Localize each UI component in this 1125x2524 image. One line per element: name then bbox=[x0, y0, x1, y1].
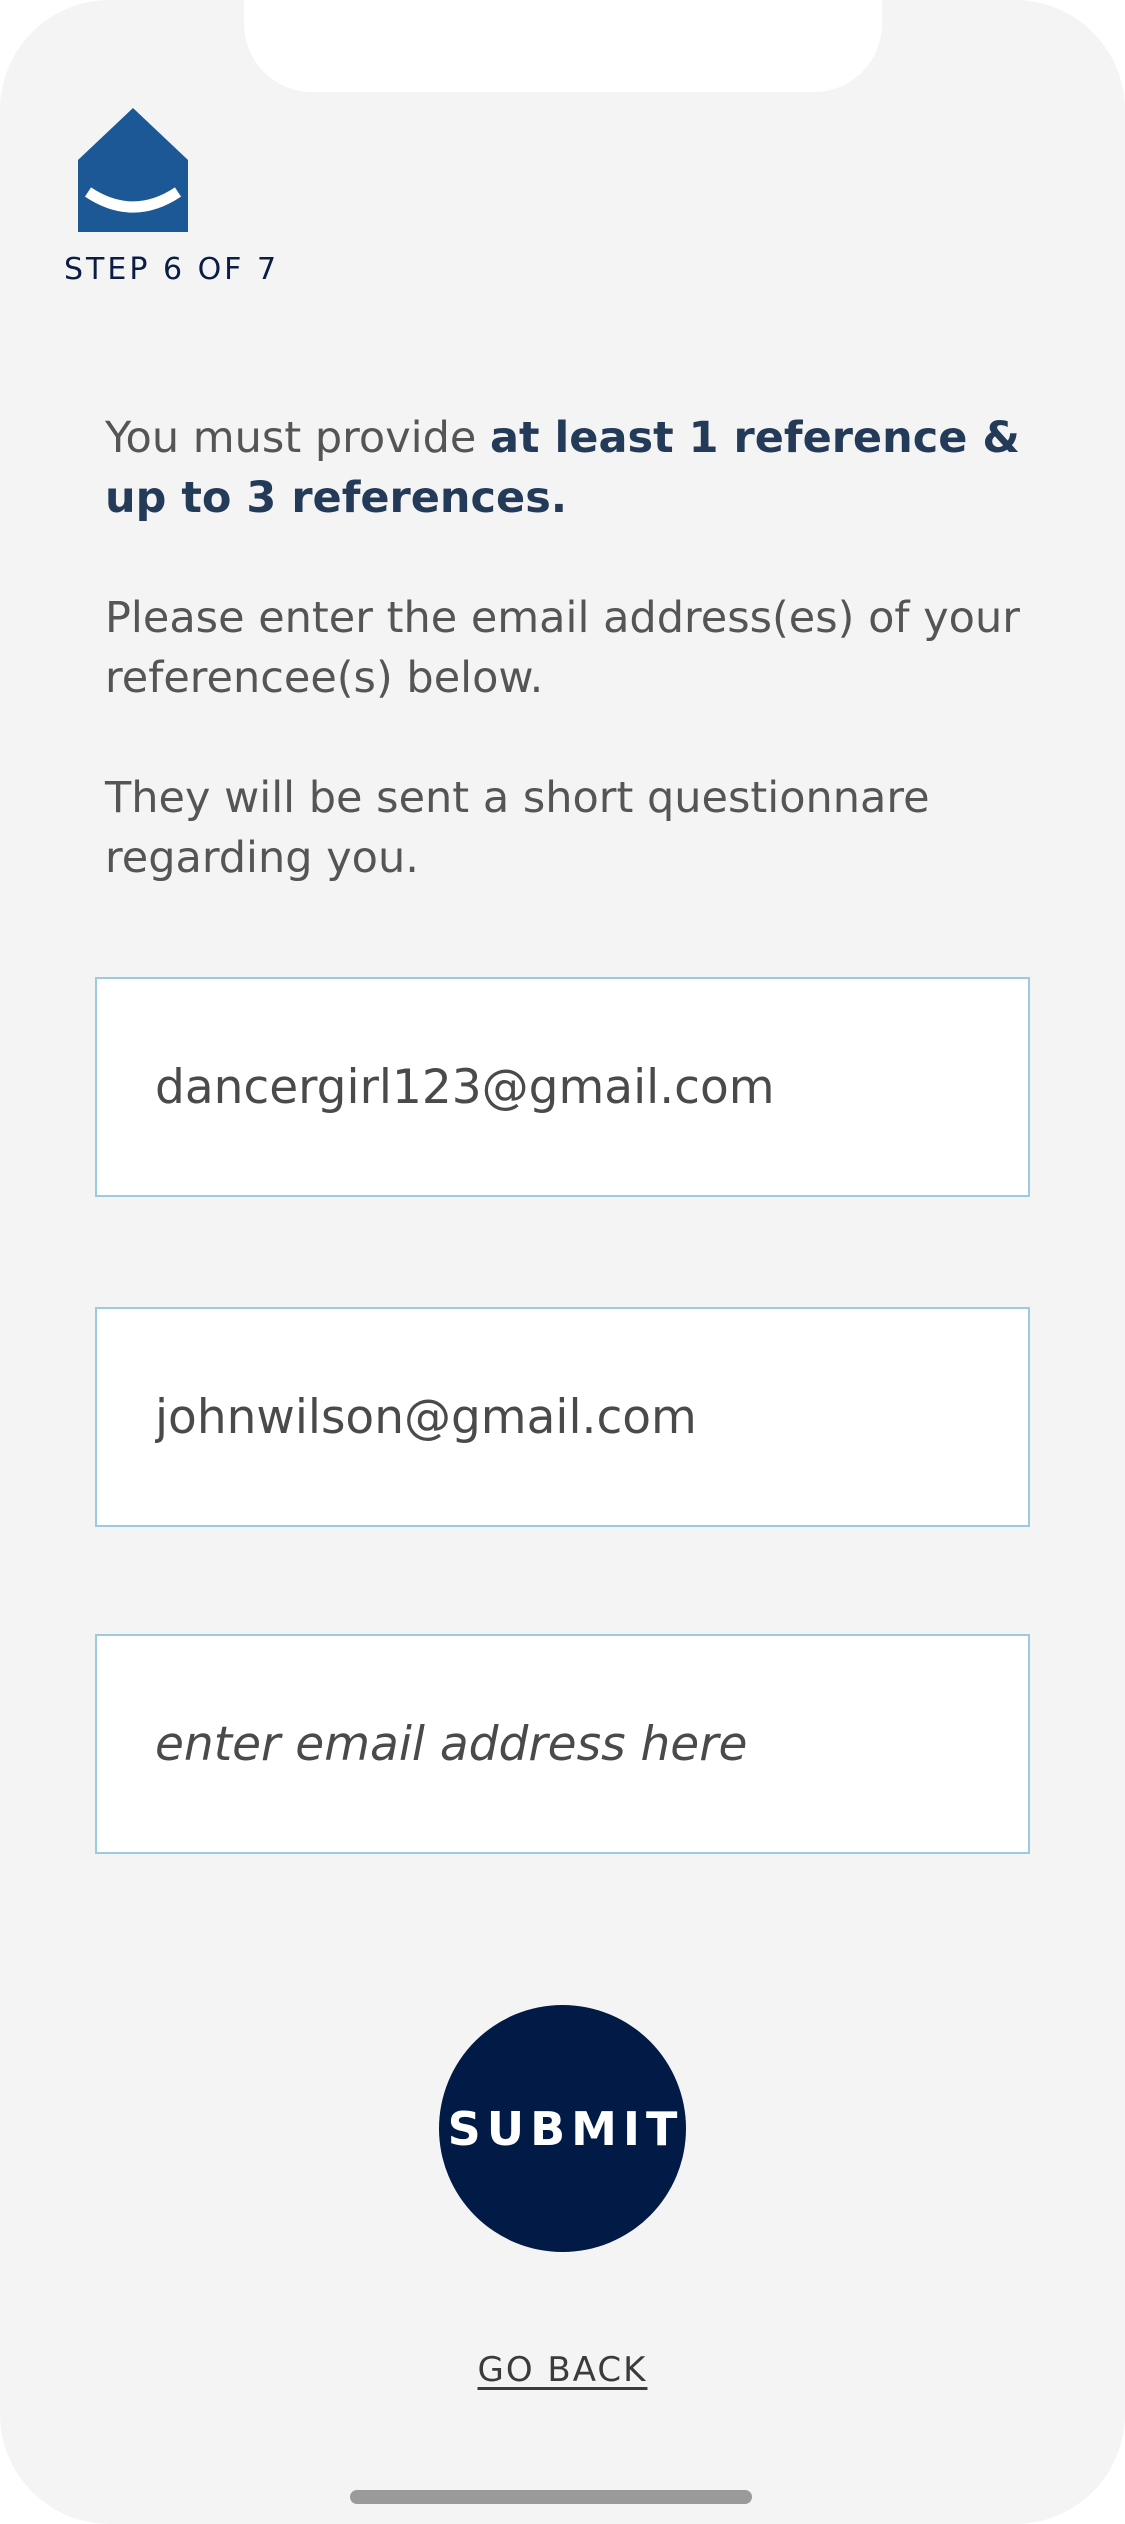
questionnaire-note: They will be sent a short questionnare r… bbox=[105, 773, 930, 883]
instructions: You must provide at least 1 reference & … bbox=[105, 408, 1025, 948]
home-indicator[interactable] bbox=[350, 2490, 752, 2504]
device-notch bbox=[244, 0, 882, 92]
step-indicator: STEP 6 OF 7 bbox=[64, 252, 280, 287]
house-smile-logo bbox=[78, 108, 188, 232]
app-screen: STEP 6 OF 7 You must provide at least 1 … bbox=[0, 0, 1125, 2524]
go-back-link[interactable]: GO BACK bbox=[0, 2350, 1125, 2390]
reference-email-field-3[interactable] bbox=[95, 1634, 1030, 1854]
email-instruction: Please enter the email address(es) of yo… bbox=[105, 593, 1020, 703]
reference-email-field-1[interactable] bbox=[95, 977, 1030, 1197]
submit-button[interactable]: SUBMIT bbox=[439, 2005, 686, 2252]
requirement-prefix: You must provide bbox=[105, 413, 491, 463]
reference-email-field-2[interactable] bbox=[95, 1307, 1030, 1527]
requirement-text: You must provide at least 1 reference & … bbox=[105, 408, 1025, 528]
